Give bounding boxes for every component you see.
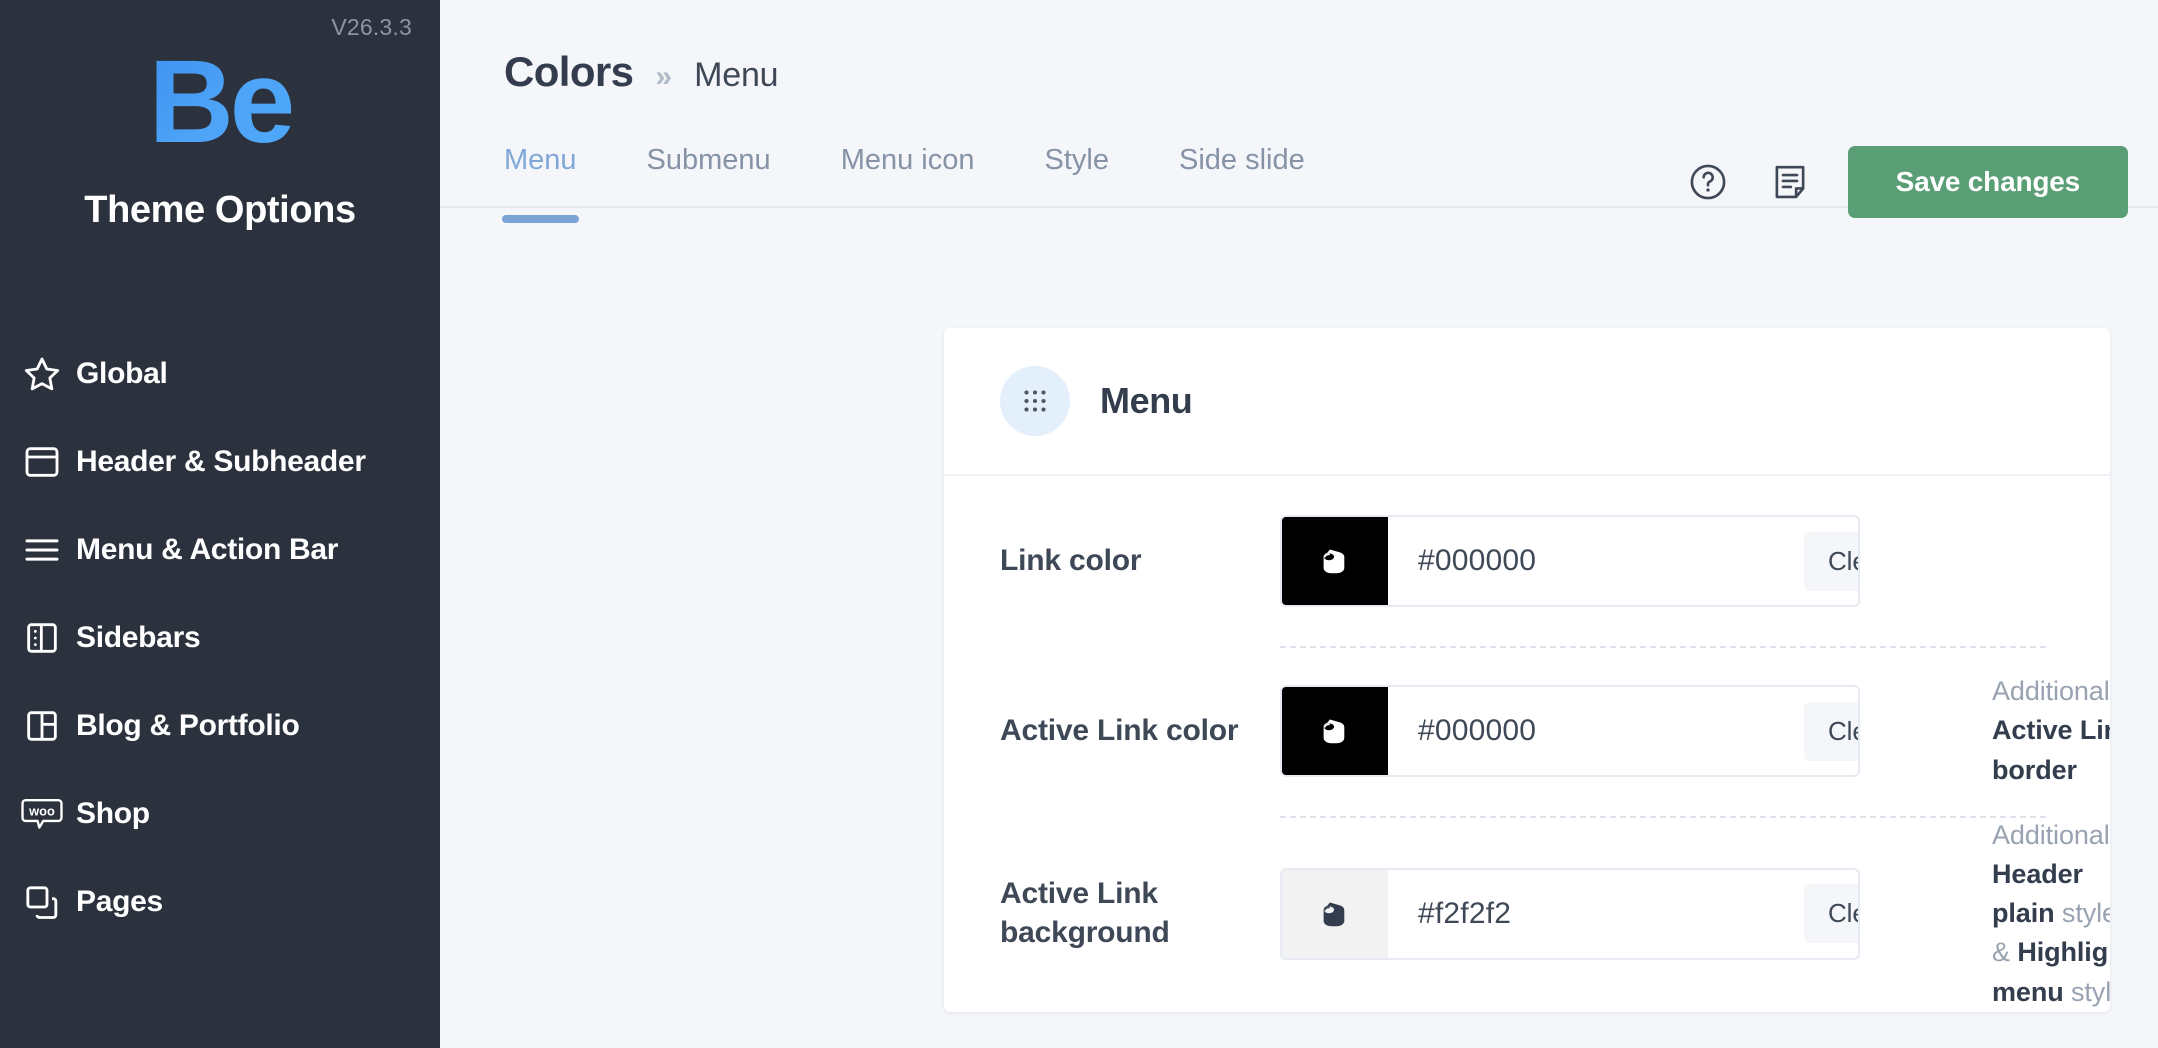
question-circle-icon[interactable] [1684,158,1732,206]
sidebar-item-label: Global [76,357,168,391]
row-extra-note: Additionally: Active Link border [1992,676,2110,785]
sidebar-nav: Global Header & Subheader Menu & Action … [0,330,440,946]
hex-input[interactable] [1388,517,1804,605]
clear-button[interactable]: Clear [1804,701,1858,761]
breadcrumb-leaf: Menu [694,56,779,94]
copy-pages-icon [8,882,76,922]
clear-button[interactable]: Clear [1804,531,1858,591]
sidebar-item-label: Pages [76,885,163,919]
tab-submenu[interactable]: Submenu [647,136,771,177]
breadcrumb-separator-icon: » [655,60,673,93]
header-actions: Save changes [1684,146,2128,218]
save-changes-button[interactable]: Save changes [1847,146,2128,218]
color-rows: Link color Clear [944,476,2110,1012]
theme-options-title: Theme Options [84,189,356,232]
tab-menu-icon[interactable]: Menu icon [841,136,975,177]
sidebar-item-sidebars[interactable]: Sidebars [0,594,440,682]
sidebar-item-label: Blog & Portfolio [76,709,300,743]
color-row: Active Link color Clear Additionally [1000,646,2110,816]
row-label: Active Link color [1000,713,1239,747]
color-swatch[interactable] [1282,517,1388,605]
hex-input[interactable] [1388,687,1804,775]
card-title: Menu [1100,380,1193,421]
woocommerce-icon: woo [8,794,76,834]
notes-document-icon[interactable] [1766,158,1814,206]
sidebar-layout-icon [8,618,76,658]
sidebar-item-pages[interactable]: Pages [0,858,440,946]
row-extra-note: Additionally: Header plain style & Highl… [1992,820,2110,1007]
menu-colors-card: Menu Link color #000000 Cl Active Link c… [944,328,2110,1012]
color-swatch[interactable] [1282,687,1388,775]
color-field: Clear [1280,515,1860,607]
color-field: Clear [1280,685,1860,777]
sidebar-item-menu-action-bar[interactable]: Menu & Action Bar [0,506,440,594]
color-swatch[interactable] [1282,869,1388,958]
sidebar-item-header-subheader[interactable]: Header & Subheader [0,418,440,506]
sidebar-item-label: Shop [76,797,150,831]
breadcrumb: Colors » Menu [440,0,2158,96]
version-label: V26.3.3 [331,14,412,40]
sidebar-item-label: Header & Subheader [76,445,366,479]
svg-text:woo: woo [28,804,55,819]
grid-layout-icon [8,706,76,746]
tab-side-slide[interactable]: Side slide [1179,136,1305,177]
star-icon [8,354,76,394]
clear-button[interactable]: Clear [1804,884,1858,944]
color-field: Clear [1280,867,1860,960]
app-root: V26.3.3 Be Theme Options Global Header &… [0,0,2158,1048]
row-label: Link color [1000,543,1142,577]
sidebar-item-global[interactable]: Global [0,330,440,418]
sidebar: V26.3.3 Be Theme Options Global Header &… [0,0,440,1048]
color-row: Link color Clear [1000,476,2054,646]
dots-grid-icon [1000,366,1070,436]
tab-style[interactable]: Style [1045,136,1109,177]
be-logo: Be [148,36,296,168]
sidebar-item-blog-portfolio[interactable]: Blog & Portfolio [0,682,440,770]
card-header: Menu [944,328,2110,476]
sidebar-item-label: Sidebars [76,621,201,655]
hex-input[interactable] [1388,869,1804,958]
color-row: Active Link background Clear Additio [1000,816,2110,1012]
tab-menu[interactable]: Menu [502,136,579,223]
header-layout-icon [8,442,76,482]
main-content: Colors » Menu Menu Submenu Menu icon Sty… [440,0,2158,1048]
row-label: Active Link background [1000,877,1170,949]
hamburger-icon [8,530,76,570]
sidebar-item-shop[interactable]: woo Shop [0,770,440,858]
breadcrumb-root[interactable]: Colors [504,48,634,96]
sidebar-item-label: Menu & Action Bar [76,533,339,567]
